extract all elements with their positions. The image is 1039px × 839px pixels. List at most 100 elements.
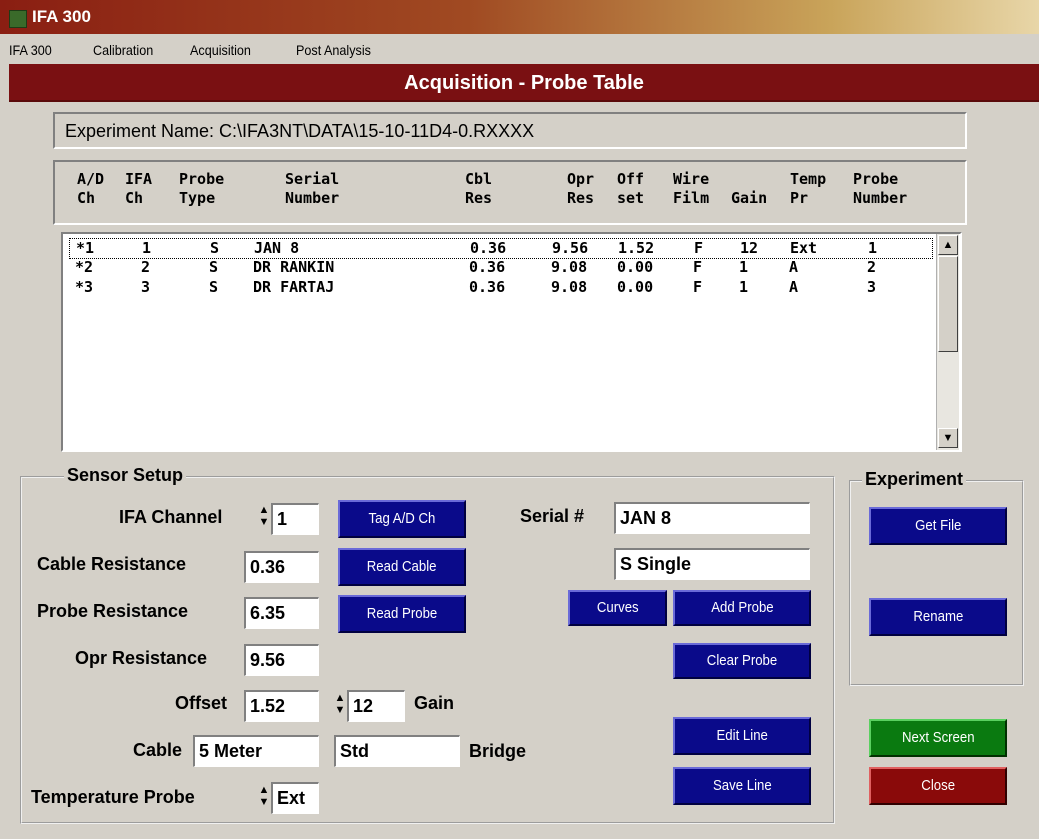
clear-probe-button[interactable]: Clear Probe xyxy=(673,643,811,679)
opr-resistance-field[interactable]: 9.56 xyxy=(244,644,319,676)
cable-resistance-label: Cable Resistance xyxy=(37,554,187,574)
table-cell: 2 xyxy=(867,258,877,276)
cable-label: Cable xyxy=(133,740,183,760)
table-cell: 0.36 xyxy=(470,239,507,257)
save-line-button[interactable]: Save Line xyxy=(673,767,811,805)
table-cell: JAN 8 xyxy=(254,239,300,257)
curves-button[interactable]: Curves xyxy=(568,590,667,626)
ifa-channel-field[interactable]: 1 xyxy=(271,503,319,535)
probe-resistance-label: Probe Resistance xyxy=(37,601,189,621)
temperature-probe-spinner-icon[interactable]: ▲ ▼ xyxy=(258,784,270,812)
gain-field[interactable]: 12 xyxy=(347,690,405,722)
col-ad-ch: A/D Ch xyxy=(77,170,105,207)
table-cell: A xyxy=(789,258,799,276)
col-cbl-res: Cbl Res xyxy=(465,170,493,207)
bridge-label: Bridge xyxy=(469,741,527,761)
title-bar: IFA 300 xyxy=(0,0,1039,34)
experiment-name-box: Experiment Name: C:\IFA3NT\DATA\15-10-11… xyxy=(53,112,967,149)
table-cell: 0.36 xyxy=(469,278,506,296)
table-cell: *3 xyxy=(75,278,94,296)
table-cell: *2 xyxy=(75,258,94,276)
ifa-channel-label: IFA Channel xyxy=(119,507,223,527)
table-cell: A xyxy=(789,278,799,296)
table-cell: 1.52 xyxy=(618,239,655,257)
probe-list[interactable]: *1 1 S JAN 8 0.36 9.56 1.52 F 12 Ext 1 *2 2 S DR RANKI… xyxy=(61,232,962,452)
table-cell: 9.08 xyxy=(551,258,588,276)
bridge-field[interactable]: Std xyxy=(334,735,460,767)
get-file-button[interactable]: Get File xyxy=(869,507,1007,545)
table-cell: Ext xyxy=(790,239,818,257)
serial-label: Serial # xyxy=(520,506,585,526)
next-screen-button[interactable]: Next Screen xyxy=(869,719,1007,757)
experiment-title: Experiment xyxy=(862,469,967,490)
probe-resistance-field[interactable]: 6.35 xyxy=(244,597,319,629)
table-cell: *1 xyxy=(76,239,95,257)
scroll-up-icon[interactable]: ▲ xyxy=(938,235,958,255)
table-cell: 0.36 xyxy=(469,258,506,276)
ifa-channel-spinner-icon[interactable]: ▲ ▼ xyxy=(258,504,270,532)
table-cell: 3 xyxy=(867,278,877,296)
table-cell: DR FARTAJ xyxy=(253,278,335,296)
window-title: IFA 300 xyxy=(32,7,91,26)
table-cell: 1 xyxy=(739,278,749,296)
experiment-name: Experiment Name: C:\IFA3NT\DATA\15-10-11… xyxy=(65,121,535,141)
temperature-probe-field[interactable]: Ext xyxy=(271,782,319,814)
edit-line-button[interactable]: Edit Line xyxy=(673,717,811,755)
rename-button[interactable]: Rename xyxy=(869,598,1007,636)
col-temp-pr: Temp Pr xyxy=(790,170,827,207)
table-cell: F xyxy=(694,239,704,257)
menu-ifa300[interactable]: IFA 300 xyxy=(9,42,52,58)
table-row[interactable]: *1 1 S JAN 8 0.36 9.56 1.52 F 12 Ext 1 xyxy=(69,238,933,259)
app-icon xyxy=(9,10,27,28)
gain-spinner-icon[interactable]: ▲ ▼ xyxy=(334,692,346,720)
table-cell: 9.56 xyxy=(552,239,589,257)
col-wire-film: Wire Film xyxy=(673,170,710,207)
offset-field[interactable]: 1.52 xyxy=(244,690,319,722)
table-cell: 0.00 xyxy=(617,278,654,296)
table-cell: 12 xyxy=(740,239,759,257)
serial-field[interactable]: JAN 8 xyxy=(614,502,810,534)
screen-header: Acquisition - Probe Table xyxy=(9,64,1039,102)
tag-ad-ch-button[interactable]: Tag A/D Ch xyxy=(338,500,466,538)
opr-resistance-label: Opr Resistance xyxy=(75,648,208,668)
cable-resistance-field[interactable]: 0.36 xyxy=(244,551,319,583)
menu-acquisition[interactable]: Acquisition xyxy=(190,42,251,58)
menu-bar: IFA 300 Calibration Acquisition Post Ana… xyxy=(0,34,1039,64)
col-serial-number: Serial Number xyxy=(285,170,340,207)
table-cell: F xyxy=(693,258,703,276)
table-cell: S xyxy=(209,258,219,276)
cable-field[interactable]: 5 Meter xyxy=(193,735,319,767)
probe-type-field[interactable]: S Single xyxy=(614,548,810,580)
add-probe-button[interactable]: Add Probe xyxy=(673,590,811,626)
offset-label: Offset xyxy=(175,693,228,713)
table-cell: F xyxy=(693,278,703,296)
col-offset: Off set xyxy=(617,170,645,207)
table-cell: 0.00 xyxy=(617,258,654,276)
scroll-down-icon[interactable]: ▼ xyxy=(938,428,958,448)
read-cable-button[interactable]: Read Cable xyxy=(338,548,466,586)
table-cell: 1 xyxy=(142,239,152,257)
table-cell: 1 xyxy=(868,239,878,257)
menu-post-analysis[interactable]: Post Analysis xyxy=(296,42,371,58)
table-cell: DR RANKIN xyxy=(253,258,335,276)
table-cell: 9.08 xyxy=(551,278,588,296)
close-button[interactable]: Close xyxy=(869,767,1007,805)
table-row[interactable]: *2 2 S DR RANKIN 0.36 9.08 0.00 F 1 A 2 xyxy=(69,258,931,277)
screen-title: Acquisition - Probe Table xyxy=(404,72,644,94)
list-scrollbar[interactable]: ▲ ▼ xyxy=(936,234,959,450)
table-cell: 2 xyxy=(141,258,151,276)
probe-table-header: A/D Ch IFA Ch Probe Type Serial Number Cbl Re… xyxy=(53,160,967,225)
menu-calibration[interactable]: Calibration xyxy=(93,42,153,58)
table-cell: 3 xyxy=(141,278,151,296)
col-probe-number: Probe Number xyxy=(853,170,908,207)
sensor-setup-title: Sensor Setup xyxy=(64,465,187,486)
table-cell: S xyxy=(209,278,219,296)
table-row[interactable]: *3 3 S DR FARTAJ 0.36 9.08 0.00 F 1 A 3 xyxy=(69,278,931,297)
table-cell: S xyxy=(210,239,220,257)
scroll-thumb[interactable] xyxy=(938,256,958,352)
read-probe-button[interactable]: Read Probe xyxy=(338,595,466,633)
col-ifa-ch: IFA Ch xyxy=(125,170,153,207)
temperature-probe-label: Temperature Probe xyxy=(31,787,195,807)
col-probe-type: Probe Type xyxy=(179,170,225,207)
col-opr-res: Opr Res xyxy=(567,170,595,207)
